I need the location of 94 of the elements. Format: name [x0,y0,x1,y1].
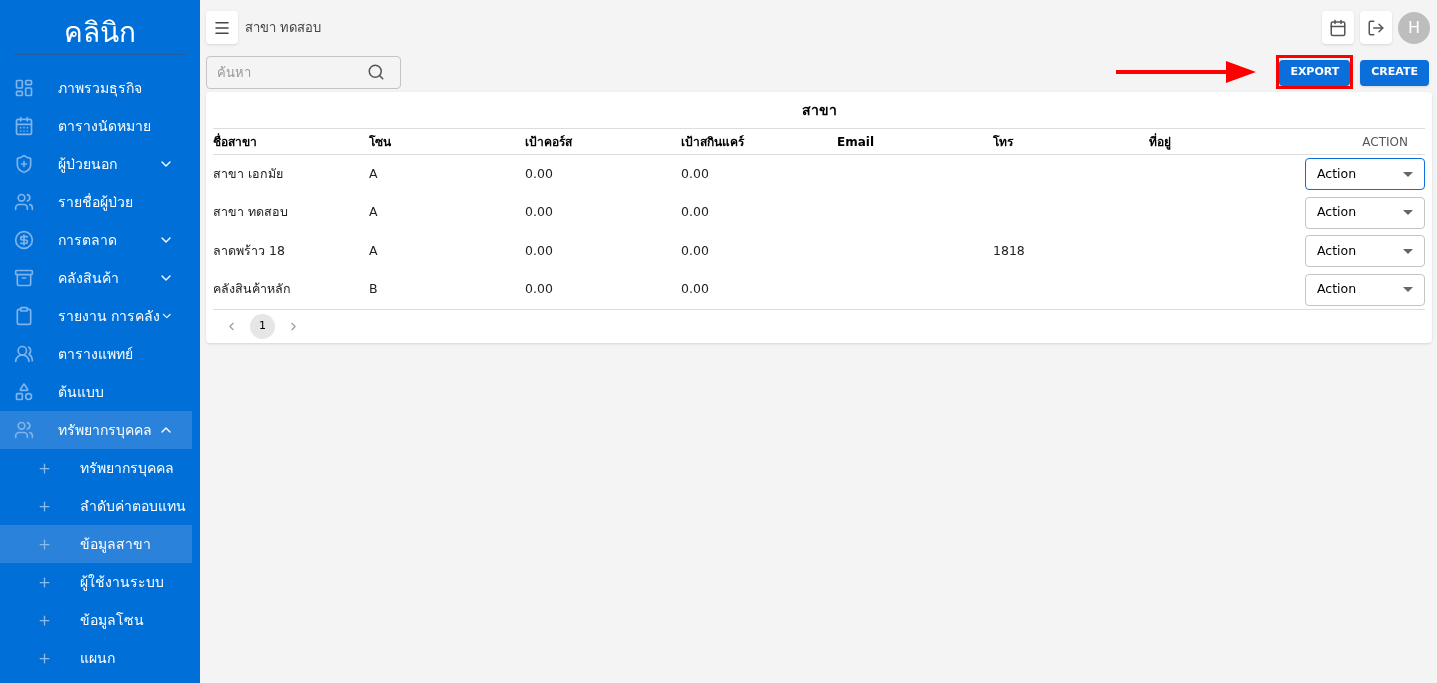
sidebar-label: ภาพรวมธุรกิจ [58,78,143,99]
plus-icon [37,612,52,628]
search-field[interactable]: ค้นหา [206,55,401,89]
dashboard-icon [14,78,34,98]
table-cell-text: 0.00 [681,241,710,260]
sidebar-label: ข้อมูลโซน [80,610,144,631]
calendar-button[interactable] [1322,11,1354,44]
plus-icon [37,574,52,590]
dollar-icon [14,230,34,250]
table-cell-text: 0.00 [681,280,710,299]
sidebar-subitem[interactable]: ผู้ใช้งานระบบ [0,563,192,601]
plus-icon [37,536,52,552]
sidebar-label: การตลาด [58,230,118,250]
table-cell-text: 1818 [993,241,1026,260]
table-cell-text: 0.00 [525,203,554,222]
table-cell-text: B [369,280,379,299]
table-cell-text: 0.00 [525,280,554,299]
table-cell-text: A [369,164,379,183]
calendar-icon [1329,18,1347,37]
sidebar-label: ลำดับค่าตอบแทน [80,496,186,516]
column-header: เป้าสกินแคร์ [681,133,746,151]
column-header: ACTION [1361,133,1409,151]
sidebar-label: แผนก [80,648,115,668]
clipboard-icon [14,306,34,326]
sidebar-label: ตารางนัดหมาย [58,116,152,136]
sidebar-label: ตารางแพทย์ [58,344,134,364]
sidebar-item[interactable]: ตารางนัดหมาย [0,107,192,145]
column-header: ชื่อสาขา [213,132,258,151]
table-cell-text: 0.00 [681,164,710,183]
sidebar-item[interactable]: ภาพรวมธุรกิจ [0,69,192,107]
sidebar-label: ทรัพยากรบุคคล [80,458,174,479]
action-select[interactable]: Action [1305,196,1425,229]
action-select[interactable]: Action [1305,273,1425,306]
sidebar-label: ทรัพยากรบุคคล [58,420,153,441]
sidebar-item[interactable]: ต้นแบบ [0,373,192,411]
table-cell-text: A [369,203,379,222]
sidebar-subitem[interactable]: ทรัพยากรบุคคล [0,449,192,487]
sidebar-item[interactable]: ตารางแพทย์ [0,335,192,373]
people-icon [14,192,34,212]
sidebar-subitem[interactable]: แผนก [0,639,192,677]
column-header: เป้าคอร์ส [525,133,574,151]
sidebar-label: รายงาน การคลัง [58,306,161,326]
logout-icon [1367,18,1385,37]
sidebar-label: ต้นแบบ [58,382,105,402]
dropdown-caret-icon [1403,210,1413,216]
table-cell-text: ลาดพร้าว 18 [213,241,286,260]
sidebar-item[interactable]: รายงาน การคลัง [0,297,192,335]
plus-icon [37,460,52,476]
plus-icon [37,650,52,666]
sidebar-item[interactable]: การตลาด [0,221,192,259]
logout-button[interactable] [1360,11,1392,44]
shield-icon [14,154,34,174]
column-header: Email [837,133,876,151]
logo: คลินิก [13,14,187,55]
group-icon [14,344,34,364]
table-cell-text: คลังสินค้าหลัก [213,280,292,299]
sidebar-label: ผู้ใช้งานระบบ [80,572,164,593]
table-cell-text: 0.00 [525,241,554,260]
action-button[interactable]: EXPORT [1279,59,1351,86]
sidebar-item[interactable]: รายชื่อผู้ป่วย [0,183,192,221]
sidebar-subitem[interactable]: ลำดับค่าตอบแทน [0,487,192,525]
page-button[interactable]: 1 [250,314,275,339]
table-cell-text: 0.00 [681,203,710,222]
people-icon [14,420,34,440]
table-cell-text: A [369,241,379,260]
action-select[interactable]: Action [1305,235,1425,268]
column-header: โซน [369,133,392,151]
sidebar-subitem[interactable]: ข้อมูลโซน [0,601,192,639]
sidebar-item[interactable]: คลังสินค้า [0,259,192,297]
sidebar-label: คลังสินค้า [58,268,120,288]
sidebar-item[interactable]: ทรัพยากรบุคคล [0,411,192,449]
search-icon [367,62,385,81]
sidebar-label: รายชื่อผู้ป่วย [58,192,134,213]
sidebar-label: ข้อมูลสาขา [80,534,151,555]
table-cell-text: 0.00 [525,164,554,183]
column-header: โทร [993,133,1015,151]
action-select[interactable]: Action [1305,158,1425,191]
column-header: ที่อยู่ [1149,132,1172,151]
dropdown-caret-icon [1403,171,1413,177]
archive-icon [14,268,34,288]
plus-icon [37,498,52,514]
dropdown-caret-icon [1403,248,1413,254]
table-cell-text: สาขา ทดสอบ [213,203,289,222]
table-cell-text: สาขา เอกมัย [213,164,284,183]
shapes-icon [14,382,34,402]
calendar-icon [14,116,34,136]
breadcrumb: สาขา ทดสอบ [245,18,322,37]
sidebar-item[interactable]: ผู้ป่วยนอก [0,145,192,183]
dropdown-caret-icon [1403,287,1413,293]
menu-button[interactable] [206,11,238,44]
action-button[interactable]: CREATE [1360,59,1429,86]
sidebar-subitem[interactable]: ข้อมูลสาขา [0,525,192,563]
table-title: สาขา [213,92,1425,129]
sidebar-label: ผู้ป่วยนอก [58,154,118,175]
